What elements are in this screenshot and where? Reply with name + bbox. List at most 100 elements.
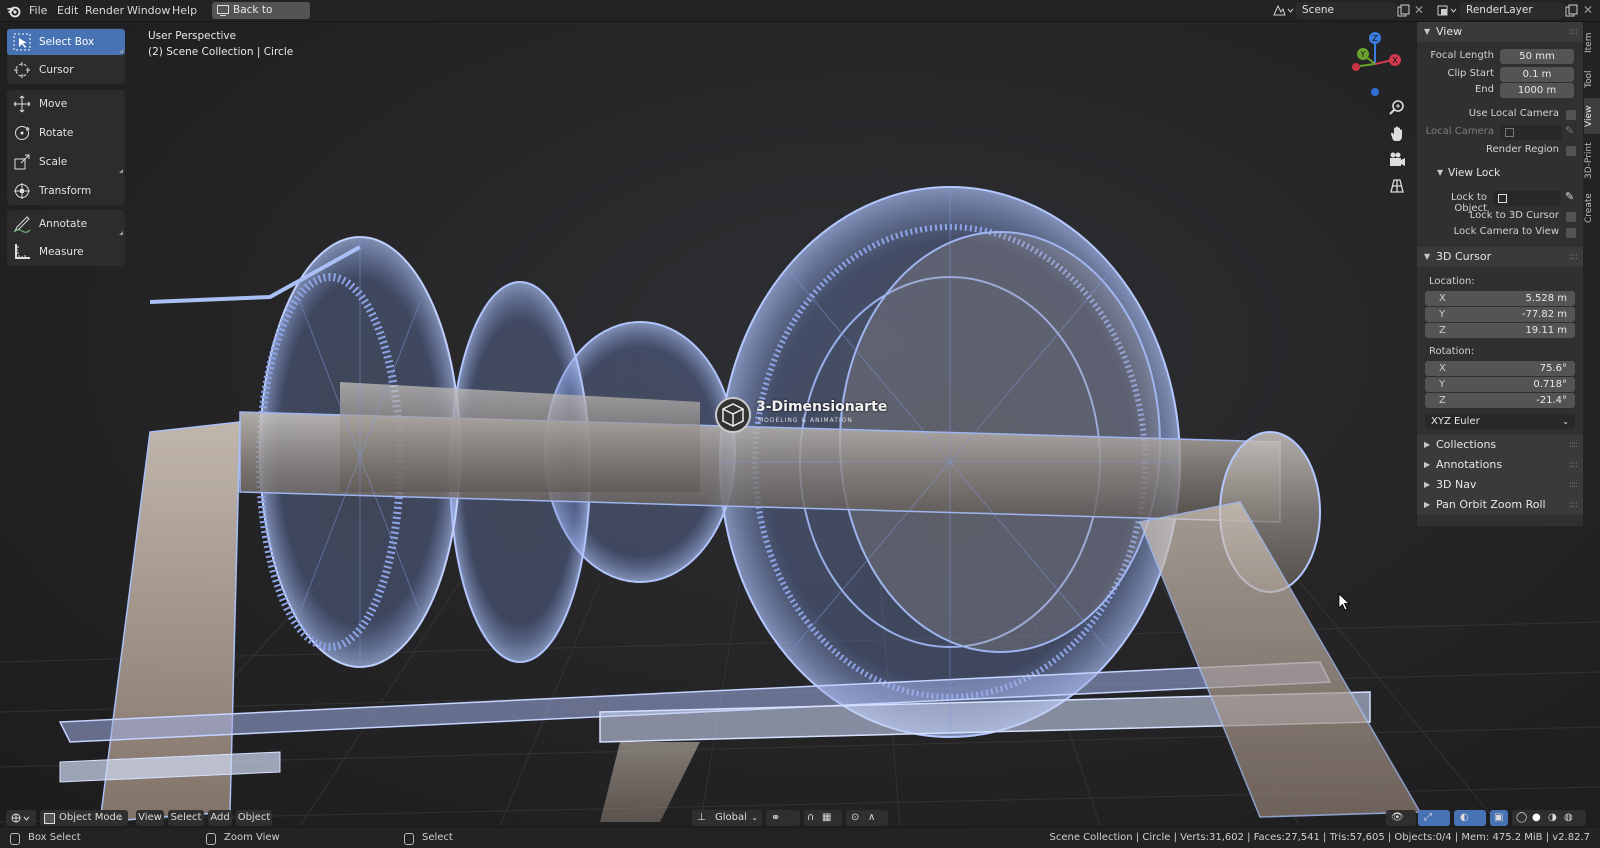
- navigation-gizmo[interactable]: Z X Y: [1345, 30, 1405, 100]
- pan-orbit-zoom-roll-panel-header[interactable]: ▶ Pan Orbit Zoom Roll ::::: [1417, 495, 1583, 515]
- 3d-nav-panel-header[interactable]: ▶ 3D Nav ::::: [1417, 475, 1583, 495]
- drag-grip-icon[interactable]: ::::: [1569, 475, 1578, 495]
- watermark-subtitle: MODELING & ANIMATION: [758, 417, 853, 424]
- object-mode-dropdown[interactable]: Object Mode ⌄: [40, 810, 128, 826]
- use-local-camera-checkbox[interactable]: [1566, 110, 1576, 120]
- snap-toggle[interactable]: ∩ ▦: [804, 810, 842, 826]
- tool-move[interactable]: Move: [7, 91, 125, 117]
- transform-orientation-dropdown[interactable]: ⊥ Global ⌄: [692, 810, 762, 826]
- scene-name-field[interactable]: Scene: [1296, 2, 1396, 19]
- pan-view-button[interactable]: [1385, 122, 1409, 146]
- lock-camera-to-view-checkbox[interactable]: [1566, 228, 1576, 238]
- scene-browse-icon[interactable]: [1272, 3, 1294, 18]
- focal-length-field[interactable]: 50 mm: [1500, 49, 1574, 64]
- zoom-view-button[interactable]: [1385, 96, 1409, 120]
- falloff-curve-icon: ∧: [868, 812, 876, 823]
- render-region-checkbox[interactable]: [1566, 146, 1576, 156]
- solid-shading-icon[interactable]: ●: [1532, 810, 1541, 826]
- menu-view[interactable]: View: [136, 810, 164, 826]
- chevron-down-icon: ⌄: [117, 813, 124, 822]
- new-scene-icon[interactable]: [1397, 4, 1410, 17]
- cursor-location-z-value: 19.11 m: [1525, 325, 1567, 336]
- transform-icon: [14, 183, 30, 199]
- xray-toggle[interactable]: ▣: [1490, 810, 1508, 826]
- delete-scene-icon[interactable]: ✕: [1414, 3, 1424, 17]
- tab-tool[interactable]: Tool: [1584, 62, 1600, 96]
- delete-render-layer-icon[interactable]: ✕: [1583, 3, 1593, 17]
- drag-grip-icon[interactable]: ::::: [1569, 495, 1578, 515]
- tool-measure-label: Measure: [39, 246, 84, 258]
- menu-edit[interactable]: Edit: [57, 3, 78, 18]
- lock-to-3d-cursor-checkbox[interactable]: [1566, 212, 1576, 222]
- cursor-rotation-y-field[interactable]: Y 0.718°: [1425, 377, 1575, 392]
- menu-help[interactable]: Help: [172, 3, 197, 18]
- rendered-shading-icon[interactable]: ◍: [1564, 810, 1573, 826]
- clip-end-field[interactable]: 1000 m: [1500, 83, 1574, 98]
- scene-statistics: Scene Collection | Circle | Verts:31,602…: [1049, 832, 1590, 843]
- tab-view[interactable]: View: [1584, 98, 1600, 134]
- overlays-toggle[interactable]: ◐: [1454, 810, 1486, 826]
- tab-item[interactable]: Item: [1584, 26, 1600, 60]
- cursor-location-z-field[interactable]: Z 19.11 m: [1425, 323, 1575, 338]
- drag-grip-icon[interactable]: ::::: [1569, 435, 1578, 455]
- lock-to-object-field[interactable]: [1493, 191, 1561, 206]
- sidebar-n-panel: ▼ View :::: Focal Length 50 mm Clip Star…: [1417, 22, 1583, 526]
- blender-logo-icon[interactable]: [6, 3, 22, 19]
- toolbar-transform-group: Move Rotate Scale Transform: [7, 90, 125, 205]
- local-camera-field[interactable]: [1500, 125, 1562, 140]
- view-panel-header[interactable]: ▼ View ::::: [1417, 22, 1583, 42]
- tab-create[interactable]: Create: [1584, 188, 1600, 228]
- menu-render[interactable]: Render: [85, 3, 124, 18]
- tool-transform[interactable]: Transform: [7, 178, 125, 204]
- cursor-location-y-field[interactable]: Y -77.82 m: [1425, 307, 1575, 322]
- annotations-panel-header[interactable]: ▶ Annotations ::::: [1417, 455, 1583, 475]
- shading-mode-buttons[interactable]: ◯ ● ◑ ◍: [1512, 810, 1586, 826]
- tool-measure[interactable]: Measure: [7, 239, 125, 265]
- rotation-mode-dropdown[interactable]: XYZ Euler ⌄: [1425, 414, 1575, 429]
- tool-cursor[interactable]: Cursor: [7, 57, 125, 83]
- overlays-icon: ◐: [1460, 812, 1469, 823]
- tool-scale-label: Scale: [39, 156, 68, 168]
- eyedropper-icon[interactable]: ✎: [1565, 190, 1574, 203]
- menu-file[interactable]: File: [29, 3, 47, 18]
- menu-window[interactable]: Window: [127, 3, 170, 18]
- ortho-toggle-button[interactable]: [1385, 174, 1409, 198]
- tool-select-box[interactable]: Select Box: [7, 29, 125, 55]
- render-layer-field[interactable]: RenderLayer: [1460, 2, 1564, 19]
- proportional-editing-toggle[interactable]: ⊙ ∧: [846, 810, 888, 826]
- eye-icon: 👁: [1391, 812, 1404, 823]
- eyedropper-icon[interactable]: ✎: [1565, 124, 1574, 137]
- clip-start-field[interactable]: 0.1 m: [1500, 67, 1574, 82]
- drag-grip-icon[interactable]: ::::: [1569, 22, 1578, 42]
- editor-type-button[interactable]: [6, 810, 36, 826]
- material-shading-icon[interactable]: ◑: [1548, 810, 1557, 826]
- rotate-icon: [15, 126, 30, 140]
- gizmo-toggle[interactable]: ⤢: [1418, 810, 1450, 826]
- render-layer-browse-icon[interactable]: [1436, 3, 1458, 18]
- pivot-point-dropdown[interactable]: ⚭: [766, 810, 800, 826]
- drag-grip-icon[interactable]: ::::: [1569, 247, 1578, 267]
- tab-3d-print[interactable]: 3D-Print: [1584, 136, 1600, 186]
- tool-scale[interactable]: Scale: [7, 149, 125, 175]
- drag-grip-icon[interactable]: ::::: [1569, 455, 1578, 475]
- collections-panel-header[interactable]: ▶ Collections ::::: [1417, 435, 1583, 455]
- back-to-previous-button[interactable]: Back to Previous: [212, 2, 310, 33]
- menu-object[interactable]: Object: [236, 810, 272, 826]
- 3d-viewport[interactable]: 3-Dimensionarte MODELING & ANIMATION Use…: [0, 22, 1600, 826]
- cursor-rotation-x-field[interactable]: X 75.6°: [1425, 361, 1575, 376]
- view-lock-subpanel-header[interactable]: ▼ View Lock: [1417, 162, 1583, 184]
- tool-rotate[interactable]: Rotate: [7, 120, 125, 146]
- tool-annotate[interactable]: Annotate: [7, 211, 125, 237]
- 3d-cursor-panel-header[interactable]: ▼ 3D Cursor ::::: [1417, 247, 1583, 267]
- toolbar-annotate-group: Annotate Measure: [7, 210, 125, 266]
- cursor-rotation-z-field[interactable]: Z -21.4°: [1425, 393, 1575, 408]
- cursor-location-x-field[interactable]: X 5.528 m: [1425, 291, 1575, 306]
- wireframe-shading-icon[interactable]: ◯: [1516, 810, 1527, 826]
- new-render-layer-icon[interactable]: [1565, 4, 1578, 17]
- camera-view-button[interactable]: [1385, 148, 1409, 172]
- render-layer-name: RenderLayer: [1466, 4, 1533, 16]
- axis-z-label: Z: [1439, 325, 1446, 336]
- menu-add[interactable]: Add: [208, 810, 232, 826]
- menu-select[interactable]: Select: [168, 810, 204, 826]
- visibility-dropdown[interactable]: 👁: [1386, 810, 1416, 826]
